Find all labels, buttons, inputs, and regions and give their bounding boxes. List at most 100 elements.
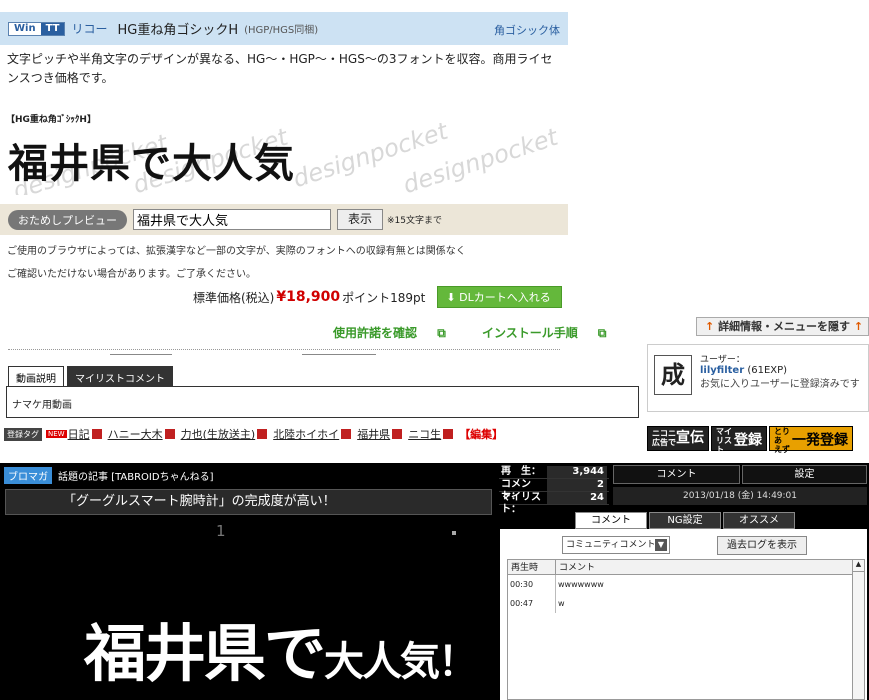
divider <box>110 354 172 355</box>
tab-comment-header[interactable]: コメント <box>613 465 740 484</box>
scroll-up-icon[interactable]: ▲ <box>853 560 864 572</box>
tab-comment[interactable]: コメント <box>575 512 647 529</box>
toggle-details-button[interactable]: ↑ 詳細情報・メニューを隠す ↑ <box>696 317 869 336</box>
description-tabs: 動画説明 マイリストコメント <box>8 366 176 386</box>
blomaga-bar: ブロマガ 話題の記事 [TABROIDちゃんねる] <box>4 467 213 484</box>
license-link[interactable]: 使用許諾を確認 ⧉ <box>333 326 462 340</box>
divider <box>302 354 376 355</box>
tag-link[interactable]: ニコ生 <box>408 426 441 442</box>
category-link[interactable]: 角ゴシック体 <box>494 22 560 38</box>
mylist-add-button[interactable]: マイ リスト登録 <box>711 426 767 454</box>
tags-label: 登録タグ <box>4 427 42 441</box>
article-headline[interactable]: 「グーグルスマート腕時計」の完成度が高い！ <box>5 489 492 515</box>
tab-recommend[interactable]: オススメ <box>723 512 795 529</box>
tab-settings-header[interactable]: 設定 <box>742 465 867 484</box>
tab-description[interactable]: 動画説明 <box>8 366 64 386</box>
mylist-small: マイ リスト <box>716 427 732 454</box>
sample-text: 福井県で大人気 <box>8 141 295 187</box>
table-row[interactable]: 00:47 w <box>508 594 864 613</box>
dictionary-icon[interactable] <box>257 429 268 439</box>
mylist-label: 登録 <box>734 432 762 449</box>
preview-label: おためしプレビュー <box>8 209 127 230</box>
notice-line: ご使用のブラウザによっては、拡張漢字など一部の文字が、実際のフォントへの収録有無… <box>7 246 466 257</box>
quick-add-button[interactable]: とりあ えず一発登録 <box>769 426 853 454</box>
platform-badge: Win TT <box>8 21 66 36</box>
dictionary-icon[interactable] <box>443 429 454 439</box>
article-link[interactable]: 話題の記事 [TABROIDちゃんねる] <box>58 468 213 483</box>
maker-link[interactable]: リコー <box>71 20 107 37</box>
install-label: インストール手順 <box>481 326 578 340</box>
arrow-up-icon: ↑ <box>705 320 715 333</box>
preview-input[interactable] <box>133 209 331 230</box>
tt-badge: TT <box>40 22 65 35</box>
max-chars-note: ※15文字まで <box>387 216 443 226</box>
tag-link[interactable]: 福井県 <box>357 426 390 442</box>
indicator-dot <box>452 531 456 535</box>
advertise-button[interactable]: ニコニ 広告で宣伝 <box>647 426 709 451</box>
comment-number: 1 <box>216 522 226 540</box>
browser-notice: ご使用のブラウザによっては、拡張漢字など一部の文字が、実際のフォントへの収録有無… <box>7 240 466 286</box>
favorite-note: お気に入りユーザーに登録済みです <box>700 379 860 390</box>
frame-text-small: 大人気！ <box>324 639 478 685</box>
divider <box>8 349 560 350</box>
frame-text-large: 福井県で <box>84 617 326 690</box>
price-points: ポイント189pt <box>342 290 426 305</box>
dictionary-icon[interactable] <box>91 429 102 439</box>
video-stats: 再 生： 3,944 コメント： 2 マイリスト： 24 <box>499 466 609 515</box>
details-label: 詳細情報・メニューを隠す <box>718 320 851 333</box>
comment-type-select[interactable]: コミュニティコメント ▼ <box>562 536 670 554</box>
tag-link[interactable]: ハニー大木 <box>108 426 163 442</box>
comment-count: 2 <box>547 479 607 491</box>
quick-label: 一発登録 <box>792 432 848 449</box>
cart-label: DLカートへ入れる <box>459 291 551 304</box>
comment-panel: 再 生： 3,944 コメント： 2 マイリスト： 24 コメント 設定 2013/0… <box>497 463 869 700</box>
comment-list: 再生時 コメント 00:30 wwwwwww 00:47 w ▲ <box>507 559 865 700</box>
action-buttons: ニコニ 広告で宣伝 マイ リスト登録 とりあ えず一発登録 <box>647 426 855 454</box>
column-time[interactable]: 再生時 <box>508 560 556 574</box>
edit-tags-link[interactable]: 【編集】 <box>459 426 503 442</box>
avatar[interactable]: 成 <box>654 355 692 395</box>
quick-small: とりあ えず <box>774 427 790 454</box>
comment-list-header: 再生時 コメント <box>508 560 864 575</box>
past-log-button[interactable]: 過去ログを表示 <box>717 536 807 555</box>
font-variants: (HGP/HGS同梱) <box>244 25 319 36</box>
show-button[interactable]: 表示 <box>337 209 384 230</box>
sample-image: designpocket designpocket designpocket d… <box>0 123 568 195</box>
preview-bar: おためしプレビュー 表示 ※15文字まで <box>0 204 568 235</box>
dictionary-icon[interactable] <box>392 429 403 439</box>
table-row[interactable]: 00:30 wwwwwww <box>508 575 864 594</box>
font-description: 文字ピッチや半角文字のデザインが異なる、HG〜・HGP〜・HGS〜の3フォントを… <box>7 52 553 85</box>
new-badge: NEW <box>46 430 67 438</box>
user-name-row: lilyfilter (61EXP) <box>700 365 787 376</box>
comment-area: コミュニティコメント ▼ 過去ログを表示 再生時 コメント 00:30 wwwwww… <box>500 529 867 700</box>
tab-mylist-comment[interactable]: マイリストコメント <box>67 366 173 386</box>
tag-link[interactable]: 力也(生放送主) <box>181 426 256 442</box>
column-comment[interactable]: コメント <box>556 560 595 574</box>
blomaga-badge: ブロマガ <box>4 467 52 484</box>
external-window-icon: ⧉ <box>437 326 446 340</box>
price-value: ¥18,900 <box>276 289 341 305</box>
scrollbar[interactable]: ▲ <box>852 560 864 699</box>
comment-text: wwwwwww <box>558 580 604 589</box>
advertise-small: ニコニ 広告で <box>652 429 676 447</box>
video-frame-text: 福井県で大人気！ <box>84 603 478 693</box>
font-header: Win TT リコー HG重ね角ゴシックH (HGP/HGS同梱) 角ゴシック体 <box>0 12 568 45</box>
tab-ng-settings[interactable]: NG設定 <box>649 512 721 529</box>
select-value: コミュニティコメント <box>566 540 656 550</box>
video-player[interactable]: ブロマガ 話題の記事 [TABROIDちゃんねる] 「グーグルスマート腕時計」の… <box>0 463 497 700</box>
user-name-link[interactable]: lilyfilter <box>700 365 744 376</box>
install-link[interactable]: インストール手順 ⧉ <box>482 326 623 340</box>
dictionary-icon[interactable] <box>341 429 352 439</box>
font-name: HG重ね角ゴシックH <box>117 23 239 38</box>
license-label: 使用許諾を確認 <box>333 326 418 340</box>
price-label: 標準価格(税込) <box>193 290 275 305</box>
user-exp: (61EXP) <box>747 365 788 376</box>
tag-link[interactable]: 日記 <box>68 426 90 442</box>
add-to-cart-button[interactable]: ⬇ DLカートへ入れる <box>437 286 562 308</box>
user-label: ユーザー： <box>700 355 745 365</box>
dictionary-icon[interactable] <box>164 429 175 439</box>
comment-count-label: コメント： <box>501 479 531 502</box>
advertise-label: 宣伝 <box>676 430 704 446</box>
tag-link[interactable]: 北陸ホイホイ <box>273 426 339 442</box>
uploader-box: 成 ユーザー： lilyfilter (61EXP) お気に入りユーザーに登録済… <box>647 344 869 412</box>
